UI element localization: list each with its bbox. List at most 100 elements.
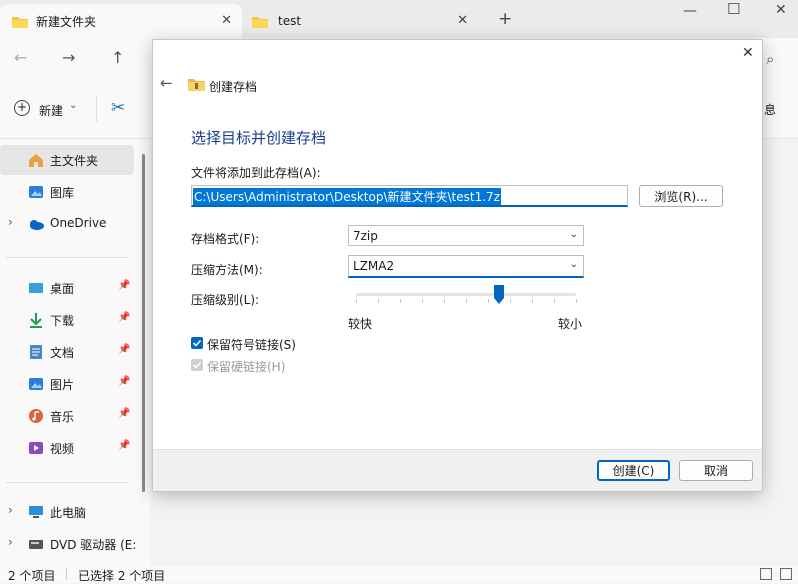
sidebar-divider: [6, 257, 128, 258]
cancel-button[interactable]: 取消: [679, 460, 753, 481]
sidebar-item-downloads[interactable]: 下载 📌: [0, 305, 134, 335]
create-button[interactable]: 创建(C): [597, 460, 670, 481]
sidebar-item-label: 此电脑: [50, 506, 87, 520]
status-bar: 2 个项目 已选择 2 个项目: [0, 566, 798, 583]
symlinks-label: 保留符号链接(S): [207, 338, 296, 352]
pin-icon[interactable]: 📌: [118, 344, 130, 355]
music-icon: [28, 408, 44, 424]
pictures-icon: [28, 376, 44, 392]
sidebar-item-desktop[interactable]: 桌面 📌: [0, 273, 134, 303]
dialog-title: 创建存档: [209, 80, 258, 94]
sidebar-scrollbar[interactable]: [142, 154, 145, 492]
dialog-footer: 创建(C) 取消: [153, 449, 762, 491]
sidebar-item-label: 下载: [50, 314, 75, 328]
pin-icon[interactable]: 📌: [118, 440, 130, 451]
new-tab-button[interactable]: +: [498, 9, 512, 29]
method-label: 压缩方法(M):: [191, 263, 263, 277]
format-select[interactable]: 7zip ⌄: [348, 225, 584, 246]
forward-arrow-icon[interactable]: →: [62, 48, 75, 67]
sidebar-item-label: 视频: [50, 442, 75, 456]
hardlinks-label: 保留硬链接(H): [207, 360, 286, 374]
pin-icon[interactable]: 📌: [118, 312, 130, 323]
search-icon[interactable]: ⌕: [766, 50, 774, 68]
download-icon: [28, 312, 44, 328]
symlinks-checkbox[interactable]: 保留符号链接(S): [191, 336, 331, 352]
sidebar: 主文件夹 图库 › OneDrive 桌面 📌 下载 📌 文档 📌 图片 📌 音…: [0, 139, 150, 567]
dialog-heading: 选择目标并创建存档: [191, 129, 327, 147]
slider-track: [356, 293, 576, 296]
new-label: 新建: [39, 104, 64, 118]
archive-folder-icon: [188, 77, 205, 94]
level-max-label: 较小: [558, 317, 583, 331]
video-icon: [28, 440, 44, 456]
sidebar-item-onedrive[interactable]: › OneDrive: [0, 209, 134, 239]
divider: [96, 96, 97, 122]
pin-icon[interactable]: 📌: [118, 376, 130, 387]
sidebar-item-music[interactable]: 音乐 📌: [0, 401, 134, 431]
sidebar-item-videos[interactable]: 视频 📌: [0, 433, 134, 463]
sidebar-item-documents[interactable]: 文档 📌: [0, 337, 134, 367]
slider-tick: [510, 299, 511, 303]
gallery-icon: [28, 184, 44, 200]
format-value: 7zip: [353, 228, 378, 243]
sidebar-item-label: OneDrive: [50, 216, 107, 230]
slider-tick: [378, 299, 379, 303]
sidebar-item-dvd[interactable]: › DVD 驱动器 (E:: [0, 529, 137, 559]
folder-icon: [252, 15, 268, 28]
tab-close-icon[interactable]: ✕: [457, 13, 468, 28]
checkbox-disabled-icon: [191, 359, 203, 371]
tiles-view-icon[interactable]: [780, 568, 792, 580]
sidebar-item-gallery[interactable]: 图库: [0, 177, 134, 207]
details-view-icon[interactable]: [760, 568, 772, 580]
chevron-right-icon[interactable]: ›: [8, 503, 13, 517]
tab-label: 新建文件夹: [36, 14, 97, 29]
slider-tick: [488, 299, 489, 303]
compression-level-slider[interactable]: [356, 284, 577, 308]
item-count: 2 个项目: [8, 569, 56, 583]
maximize-icon[interactable]: ☐: [727, 0, 740, 18]
tab-test[interactable]: test ✕: [242, 4, 482, 38]
pc-icon: [28, 504, 44, 520]
sidebar-item-label: 主文件夹: [50, 154, 99, 168]
desktop-icon: [28, 280, 44, 296]
close-icon[interactable]: ✕: [775, 2, 787, 18]
create-archive-dialog: ✕ ← 创建存档 选择目标并创建存档 文件将添加到此存档(A): C:\User…: [152, 39, 763, 492]
level-label: 压缩级别(L):: [191, 293, 260, 307]
folder-icon: [12, 15, 28, 28]
cut-icon[interactable]: ✂: [111, 98, 125, 118]
tab-bar: 新建文件夹 ✕ test ✕ + — ☐ ✕: [0, 0, 798, 38]
chevron-down-icon: ⌄: [69, 100, 78, 111]
minimize-icon[interactable]: —: [683, 3, 697, 19]
new-button[interactable]: + 新建 ⌄: [14, 100, 84, 120]
slider-tick: [356, 299, 357, 303]
sidebar-item-pictures[interactable]: 图片 📌: [0, 369, 134, 399]
slider-tick: [466, 299, 467, 303]
pin-icon[interactable]: 📌: [118, 280, 130, 291]
sidebar-item-label: DVD 驱动器 (E:: [50, 538, 137, 552]
tab-close-icon[interactable]: ✕: [221, 13, 232, 28]
dialog-back-icon[interactable]: ←: [160, 74, 173, 92]
chevron-right-icon[interactable]: ›: [8, 535, 13, 549]
cloud-icon: [28, 216, 44, 232]
slider-tick: [532, 299, 533, 303]
method-select[interactable]: LZMA2 ⌄: [348, 255, 584, 278]
sidebar-item-label: 音乐: [50, 410, 75, 424]
browse-button[interactable]: 浏览(R)...: [639, 185, 723, 207]
details-fragment[interactable]: 息: [764, 101, 776, 118]
dialog-close-icon[interactable]: ✕: [742, 45, 754, 61]
sidebar-item-home[interactable]: 主文件夹: [0, 145, 134, 175]
slider-tick: [576, 299, 577, 303]
archive-path-input[interactable]: C:\Users\Administrator\Desktop\新建文件夹\tes…: [191, 185, 628, 207]
up-arrow-icon[interactable]: ↑: [111, 48, 124, 67]
home-icon: [28, 152, 44, 168]
sidebar-divider: [6, 482, 128, 483]
pin-icon[interactable]: 📌: [118, 408, 130, 419]
back-arrow-icon[interactable]: ←: [14, 48, 27, 67]
sidebar-item-this-pc[interactable]: › 此电脑: [0, 497, 134, 527]
tab-label: test: [278, 14, 302, 28]
slider-thumb[interactable]: [494, 285, 504, 304]
tab-new-folder[interactable]: 新建文件夹 ✕: [0, 4, 242, 38]
chevron-right-icon[interactable]: ›: [8, 215, 13, 229]
divider: [66, 568, 67, 580]
slider-tick: [400, 299, 401, 303]
